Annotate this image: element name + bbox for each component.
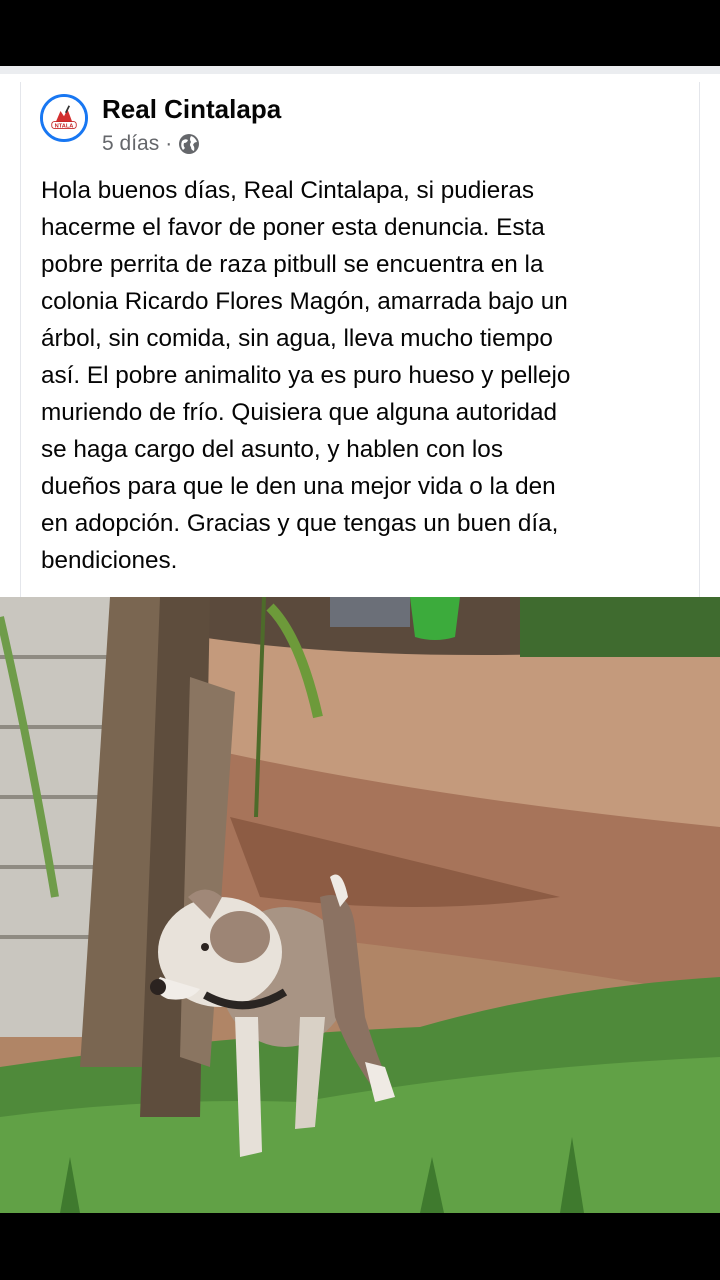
- post-body-text: Hola buenos días, Real Cintalapa, si pud…: [41, 177, 571, 574]
- status-bar: [0, 0, 720, 66]
- post-photo[interactable]: [0, 597, 720, 1213]
- post-meta: 5 días ·: [102, 131, 200, 157]
- page-name-link[interactable]: Real Cintalapa: [102, 94, 281, 124]
- page-avatar[interactable]: NTALA: [40, 94, 88, 142]
- globe-icon[interactable]: [178, 133, 200, 155]
- bottom-bar: [0, 1213, 720, 1280]
- meta-separator: ·: [165, 132, 173, 155]
- post-timestamp[interactable]: 5 días: [102, 131, 159, 157]
- logo-text: NTALA: [55, 124, 74, 130]
- dog-photo-image: [0, 597, 720, 1213]
- page-logo: NTALA: [43, 97, 85, 139]
